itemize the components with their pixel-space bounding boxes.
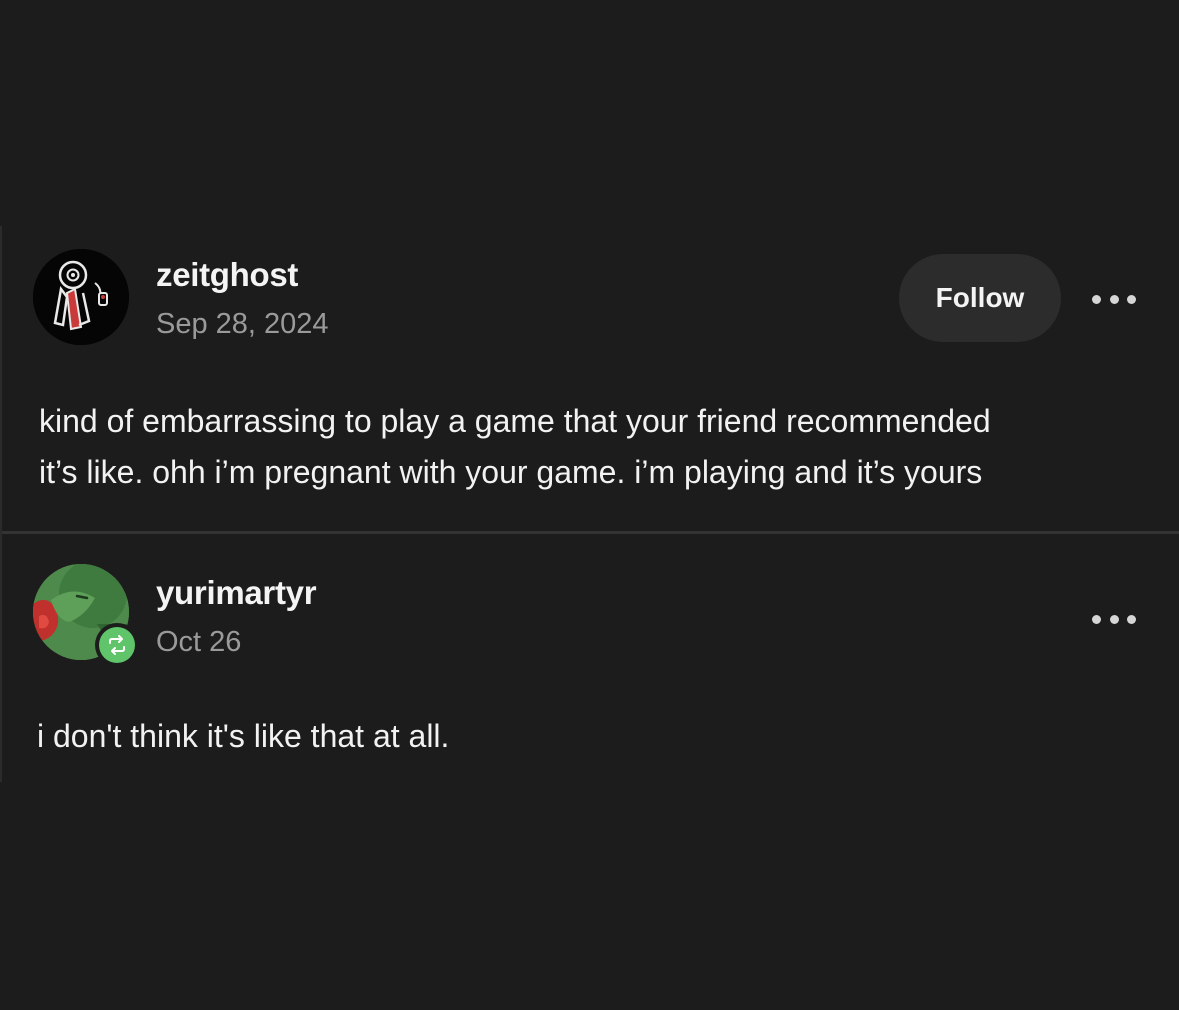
post-body-line: i don't think it's like that at all. bbox=[37, 718, 450, 754]
original-post: zeitghost Sep 28, 2024 Follow kind of em… bbox=[2, 226, 1179, 532]
post-thread: zeitghost Sep 28, 2024 Follow kind of em… bbox=[0, 226, 1179, 782]
post-body-line: it’s like. ohh i’m pregnant with your ga… bbox=[39, 454, 983, 490]
post-username[interactable]: zeitghost bbox=[156, 256, 298, 294]
post-username[interactable]: yurimartyr bbox=[156, 574, 317, 612]
page: zeitghost Sep 28, 2024 Follow kind of em… bbox=[0, 0, 1179, 1010]
post-body-line: kind of embarrassing to play a game that… bbox=[39, 403, 991, 439]
follow-button[interactable]: Follow bbox=[899, 254, 1061, 342]
more-horizontal-icon[interactable] bbox=[1092, 609, 1136, 629]
dot bbox=[1109, 614, 1119, 624]
post-body: kind of embarrassing to play a game that… bbox=[39, 396, 991, 498]
post-date[interactable]: Oct 26 bbox=[156, 626, 241, 659]
dot bbox=[1127, 614, 1136, 624]
reblog-icon bbox=[109, 635, 125, 655]
ornate-eye-avatar-icon bbox=[33, 249, 129, 345]
avatar[interactable] bbox=[33, 249, 129, 345]
dot bbox=[1127, 294, 1136, 304]
post-date[interactable]: Sep 28, 2024 bbox=[156, 308, 329, 341]
dot bbox=[1092, 294, 1101, 304]
reblog-badge bbox=[95, 623, 139, 667]
reblog-body: i don't think it's like that at all. bbox=[37, 711, 449, 762]
dot bbox=[1092, 614, 1101, 624]
reblog-badge-inner bbox=[99, 627, 135, 663]
more-horizontal-icon[interactable] bbox=[1092, 289, 1136, 309]
dot bbox=[1109, 294, 1119, 304]
